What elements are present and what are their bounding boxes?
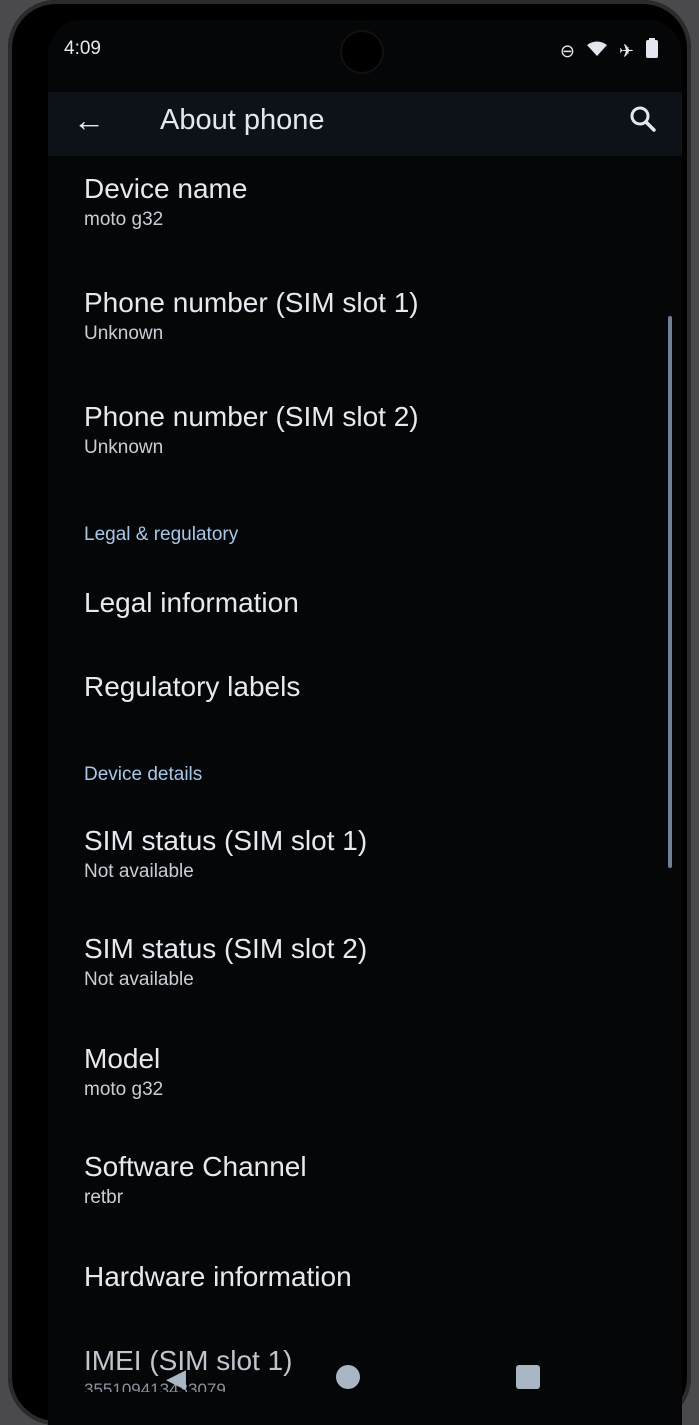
airplane-icon: ✈ (618, 41, 634, 61)
sim-status-sim1-item[interactable]: SIM status (SIM slot 1) Not available (84, 824, 367, 884)
phone-number-sim1-title: Phone number (SIM slot 1) (84, 287, 419, 318)
hardware-information-item[interactable]: Hardware information (84, 1260, 352, 1294)
nav-recents-button[interactable] (516, 1365, 540, 1389)
arrow-left-icon: ← (73, 102, 105, 138)
nav-back-button[interactable]: ◀ (166, 1363, 186, 1394)
screen: 4:09 ⊖ ✈ ← About phone Device name moto … (48, 20, 682, 1425)
model-title: Model (84, 1043, 161, 1074)
regulatory-labels-item[interactable]: Regulatory labels (84, 670, 300, 704)
status-time: 4:09 (64, 38, 101, 59)
battery-icon (646, 38, 658, 64)
hardware-information-title: Hardware information (84, 1261, 352, 1292)
app-bar: ← About phone (48, 92, 682, 156)
legal-information-item[interactable]: Legal information (84, 586, 299, 620)
software-channel-item[interactable]: Software Channel retbr (84, 1150, 307, 1210)
software-channel-title: Software Channel (84, 1151, 307, 1182)
status-bar: 4:09 ⊖ ✈ (48, 38, 682, 68)
sim-status-sim2-value: Not available (84, 969, 194, 990)
legal-section-header: Legal & regulatory (84, 524, 239, 545)
phone-number-sim1-item[interactable]: Phone number (SIM slot 1) Unknown (84, 286, 419, 346)
phone-number-sim2-item[interactable]: Phone number (SIM slot 2) Unknown (84, 400, 419, 460)
sim-status-sim1-title: SIM status (SIM slot 1) (84, 825, 368, 856)
search-button[interactable] (622, 100, 664, 142)
device-name-title: Device name (84, 173, 248, 204)
search-icon (630, 106, 656, 132)
phone-number-sim2-title: Phone number (SIM slot 2) (84, 401, 419, 432)
phone-number-sim2-value: Unknown (84, 437, 164, 458)
device-name-value: moto g32 (84, 209, 164, 230)
sim-status-sim2-item[interactable]: SIM status (SIM slot 2) Not available (84, 932, 367, 992)
phone-frame: 4:09 ⊖ ✈ ← About phone Device name moto … (8, 0, 691, 1425)
page-title: About phone (160, 104, 325, 136)
status-icons: ⊖ ✈ (560, 38, 658, 64)
phone-number-sim1-value: Unknown (84, 323, 164, 344)
device-name-item[interactable]: Device name moto g32 (84, 172, 247, 232)
scrollbar[interactable] (668, 316, 672, 868)
regulatory-labels-title: Regulatory labels (84, 671, 301, 702)
device-details-section-header: Device details (84, 764, 203, 785)
back-button[interactable]: ← (68, 100, 110, 142)
model-item[interactable]: Model moto g32 (84, 1042, 163, 1102)
model-value: moto g32 (84, 1079, 164, 1100)
nav-home-button[interactable] (336, 1365, 360, 1389)
navigation-bar: ◀ (48, 1335, 682, 1425)
nav-back-icon: ◀ (166, 1363, 186, 1393)
sim-status-sim2-title: SIM status (SIM slot 2) (84, 933, 368, 964)
wifi-icon (586, 39, 607, 63)
software-channel-value: retbr (84, 1187, 124, 1208)
sim-status-sim1-value: Not available (84, 861, 194, 882)
legal-information-title: Legal information (84, 587, 299, 618)
do-not-disturb-icon: ⊖ (559, 41, 575, 61)
